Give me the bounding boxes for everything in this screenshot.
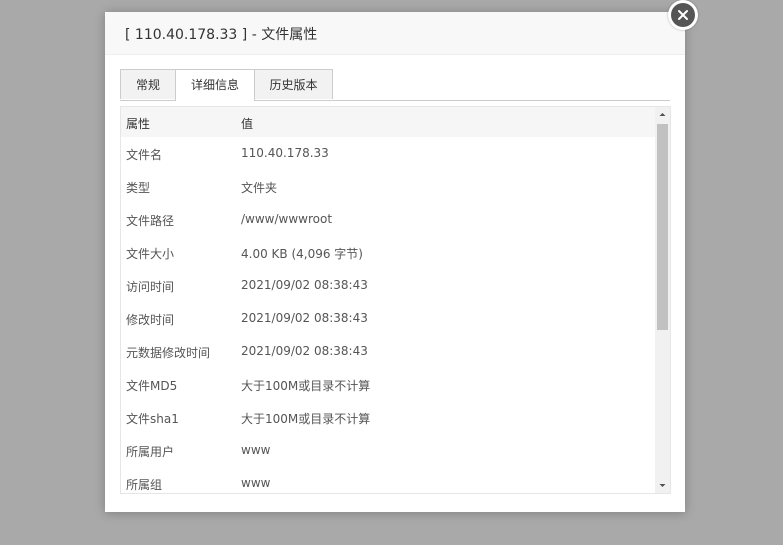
table-row: 所属用户 www [121, 434, 655, 467]
row-attr: 文件路径 [126, 214, 175, 228]
tab-bar: 常规 详细信息 历史版本 [120, 69, 670, 101]
row-attr: 文件MD5 [126, 379, 178, 393]
row-attr: 所属用户 [126, 445, 175, 459]
row-value: 4.00 KB (4,096 字节) [241, 247, 363, 261]
row-attr: 访问时间 [126, 280, 175, 294]
row-value: 110.40.178.33 [241, 146, 329, 160]
row-value: 大于100M或目录不计算 [241, 412, 371, 426]
row-attr: 元数据修改时间 [126, 346, 211, 360]
file-properties-dialog: [ 110.40.178.33 ] - 文件属性 常规 详细信息 历史版本 属性… [105, 12, 685, 512]
table-row: 文件路径 /www/wwwroot [121, 203, 655, 236]
tab-general[interactable]: 常规 [120, 69, 176, 99]
scroll-up-arrow-icon[interactable] [655, 107, 670, 122]
table-row: 元数据修改时间 2021/09/02 08:38:43 [121, 335, 655, 368]
table-row: 文件sha1 大于100M或目录不计算 [121, 401, 655, 434]
column-header-attr: 属性 [126, 117, 151, 131]
row-value: www [241, 443, 271, 457]
scrollbar-thumb[interactable] [657, 124, 668, 330]
table-row: 文件大小 4.00 KB (4,096 字节) [121, 236, 655, 269]
row-attr: 文件大小 [126, 247, 175, 261]
tab-history[interactable]: 历史版本 [254, 69, 333, 99]
row-attr: 文件sha1 [126, 412, 179, 426]
row-value: 2021/09/02 08:38:43 [241, 344, 368, 358]
close-icon [671, 3, 695, 27]
row-value: 2021/09/02 08:38:43 [241, 311, 368, 325]
table-row: 修改时间 2021/09/02 08:38:43 [121, 302, 655, 335]
row-attr: 所属组 [126, 478, 163, 492]
row-value: 大于100M或目录不计算 [241, 379, 371, 393]
close-button[interactable] [668, 0, 698, 30]
row-attr: 类型 [126, 181, 151, 195]
table-row: 类型 文件夹 [121, 170, 655, 203]
row-attr: 文件名 [126, 148, 163, 162]
tab-details[interactable]: 详细信息 [175, 69, 255, 101]
vertical-scrollbar[interactable] [655, 107, 670, 493]
table-row: 文件MD5 大于100M或目录不计算 [121, 368, 655, 401]
row-attr: 修改时间 [126, 313, 175, 327]
row-value: www [241, 476, 271, 490]
row-value: 2021/09/02 08:38:43 [241, 278, 368, 292]
table-row: 所属组 www [121, 467, 655, 493]
scroll-down-arrow-icon[interactable] [655, 478, 670, 493]
row-value: 文件夹 [241, 181, 278, 195]
table-row: 访问时间 2021/09/02 08:38:43 [121, 269, 655, 302]
properties-table[interactable]: 属性 值 文件名 110.40.178.33 类型 文件夹 文件路径 /www/… [120, 106, 671, 494]
table-row: 文件名 110.40.178.33 [121, 137, 655, 170]
dialog-title: [ 110.40.178.33 ] - 文件属性 [125, 27, 318, 43]
column-header-value: 值 [241, 117, 254, 131]
table-header: 属性 值 [121, 107, 655, 137]
row-value: /www/wwwroot [241, 212, 333, 226]
dialog-header: [ 110.40.178.33 ] - 文件属性 [105, 12, 685, 55]
